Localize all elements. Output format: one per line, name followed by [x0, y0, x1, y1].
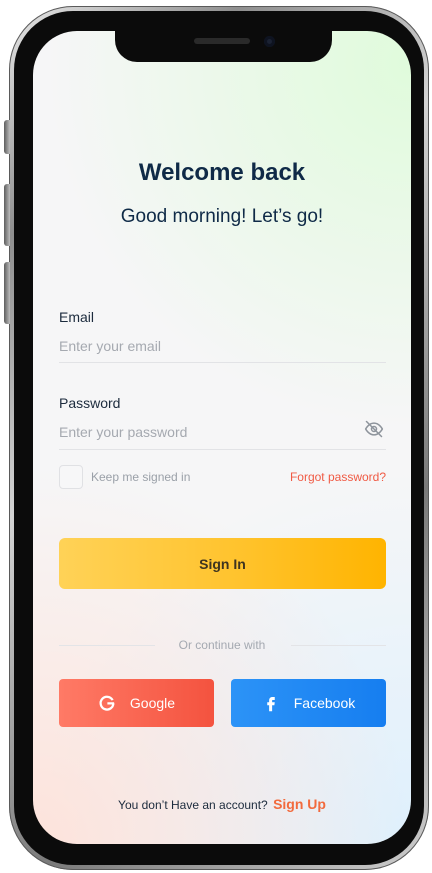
- email-underline: [59, 362, 386, 363]
- eye-off-icon[interactable]: [364, 419, 384, 439]
- forgot-password-link[interactable]: Forgot password?: [290, 470, 386, 484]
- volume-down-button: [4, 262, 10, 324]
- page-subtitle: Good morning! Let’s go!: [120, 206, 324, 227]
- speaker-grille: [194, 38, 250, 44]
- email-label: Email: [59, 309, 95, 325]
- front-camera: [264, 36, 275, 47]
- keep-signed-in-label: Keep me signed in: [91, 470, 191, 484]
- mute-switch: [4, 120, 10, 154]
- keep-signed-in-checkbox[interactable]: [59, 465, 83, 489]
- facebook-button[interactable]: Facebook: [231, 679, 386, 727]
- notch: [115, 31, 332, 62]
- divider-line-right: [291, 645, 386, 646]
- google-button[interactable]: Google: [59, 679, 214, 727]
- login-screen: Welcome back Good morning! Let’s go! Ema…: [33, 31, 411, 844]
- facebook-button-label: Facebook: [293, 695, 356, 711]
- facebook-icon: [262, 694, 280, 712]
- sign-in-button[interactable]: Sign In: [59, 538, 386, 589]
- password-input[interactable]: [59, 422, 349, 442]
- signup-prompt: You don’t Have an account?: [118, 798, 268, 812]
- google-icon: [98, 694, 116, 712]
- sign-in-button-label: Sign In: [199, 555, 246, 572]
- google-button-label: Google: [129, 695, 176, 711]
- password-underline: [59, 449, 386, 450]
- volume-up-button: [4, 184, 10, 246]
- email-input[interactable]: [59, 336, 359, 356]
- password-label: Password: [59, 395, 121, 411]
- signup-prompt-row: You don’t Have an account? Sign Up: [33, 796, 411, 812]
- sign-up-link[interactable]: Sign Up: [273, 796, 326, 812]
- page-title: Welcome back: [138, 159, 306, 186]
